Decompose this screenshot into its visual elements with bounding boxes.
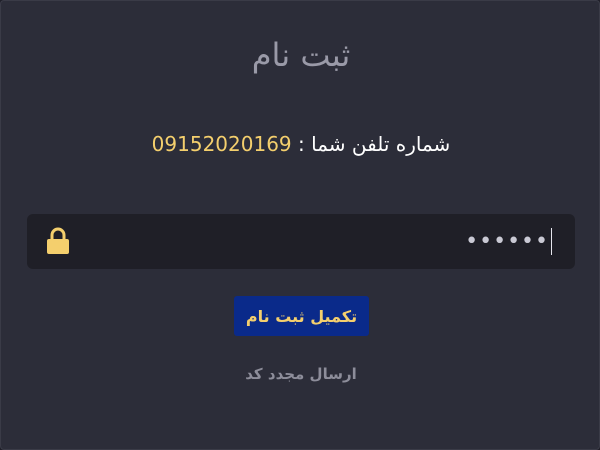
lock-icon (47, 227, 69, 254)
page-title: ثبت نام (251, 36, 351, 74)
password-input[interactable]: •••••• (249, 214, 549, 269)
phone-info: شماره تلفن شما : 09152020169 (1, 128, 600, 160)
phone-number: 09152020169 (151, 132, 292, 156)
resend-code-link[interactable]: ارسال مجدد کد (1, 361, 600, 387)
phone-label: شماره تلفن شما : (291, 132, 451, 156)
signup-card: ثبت نام شماره تلفن شما : 09152020169 •••… (0, 0, 600, 450)
complete-signup-button[interactable]: تکمیل ثبت نام (234, 296, 369, 336)
text-caret (551, 228, 552, 255)
